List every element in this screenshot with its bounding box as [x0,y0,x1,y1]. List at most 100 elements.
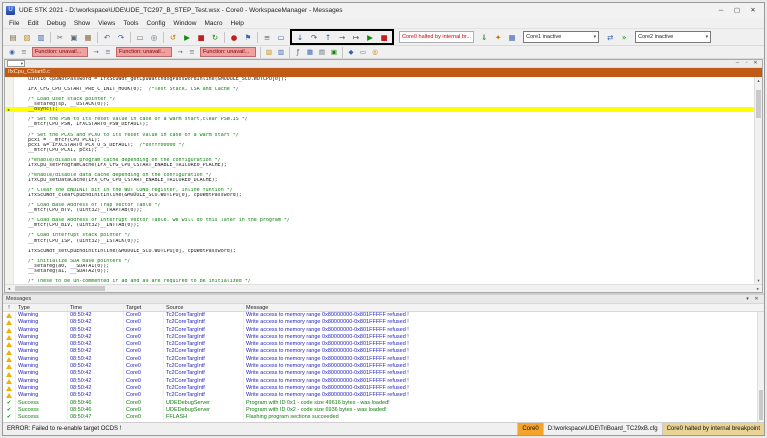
messages-vertical-scrollbar[interactable] [757,312,764,422]
watch-window-icon[interactable]: ◉ [7,47,17,57]
message-row[interactable]: Warning 08:50:42 Core0 Tc2CoreTargIntf Write… [3,341,764,349]
mdi-minimize-button[interactable]: ─ [733,60,742,67]
scroll-track[interactable] [755,84,762,277]
goto-function-icon[interactable]: → [175,47,185,57]
target-config-icon[interactable]: ▦ [506,31,518,43]
locals-window-icon[interactable]: ≡ [19,47,29,57]
paste-icon[interactable]: ▦ [82,31,94,43]
copy-icon[interactable]: ▣ [68,31,80,43]
register-window-icon[interactable]: ▤ [317,47,327,57]
mdi-close-button[interactable]: ✕ [751,60,760,67]
function-list-icon[interactable]: ≡ [187,47,197,57]
document-combo[interactable]: ▾ [7,60,25,67]
panel-close-icon[interactable]: ✕ [752,296,761,302]
restart-program-icon[interactable]: ↻ [209,31,221,43]
message-row[interactable]: ✔ Success 08:50:46 Core0 UDEDebugServer Progr… [3,399,764,407]
column-header-target[interactable]: Target [124,304,164,311]
cut-icon[interactable]: ✂ [54,31,66,43]
editor-title-bar[interactable]: IfxCpu_CStart0.c [5,68,762,77]
scroll-thumb[interactable] [756,90,761,118]
message-row[interactable]: Warning 08:50:42 Core0 Tc2CoreTargIntf Write… [3,377,764,385]
run-to-cursor-icon[interactable]: ↦ [350,31,362,43]
terminal-window-icon[interactable]: ▭ [358,47,368,57]
scroll-right-icon[interactable]: ▸ [754,286,762,292]
undo-icon[interactable]: ↶ [101,31,113,43]
memory-window-icon[interactable]: ▦ [305,47,315,57]
message-row[interactable]: Warning 08:50:42 Core0 Tc2CoreTargIntf Write… [3,384,764,393]
run-all-cores-icon[interactable]: » [618,31,630,43]
scroll-thumb[interactable] [15,286,105,291]
save-icon[interactable]: ▥ [35,31,47,43]
message-row[interactable]: Warning 08:50:42 Core0 Tc2CoreTargIntf Write… [3,312,764,320]
menu-show[interactable]: Show [70,20,94,27]
scroll-track[interactable] [13,285,754,292]
editor-horizontal-scrollbar[interactable]: ◂ ▸ [5,284,762,292]
flash-program-icon[interactable]: ✦ [492,31,504,43]
message-row[interactable]: Warning 08:50:42 Core0 Tc2CoreTargIntf Write… [3,363,764,371]
redo-icon[interactable]: ↷ [115,31,127,43]
menu-window[interactable]: Window [169,20,200,27]
open-workspace-icon[interactable]: ▨ [21,31,33,43]
symbols-window-icon[interactable]: ƒ [293,47,303,57]
menu-file[interactable]: File [5,20,23,27]
message-row[interactable]: Warning 08:50:42 Core0 Tc2CoreTargIntf Write… [3,355,764,364]
show-source-icon[interactable]: ≡ [261,31,273,43]
function-list-icon[interactable]: ≡ [103,47,113,57]
menu-config[interactable]: Config [143,20,170,27]
step-over-icon[interactable]: ↷ [308,31,320,43]
menu-help[interactable]: Help [227,20,248,27]
column-header-source[interactable]: Source [164,304,244,311]
column-header-type[interactable]: Type [16,304,68,311]
download-program-icon[interactable]: ⇓ [478,31,490,43]
step-out-icon[interactable]: ↑ [322,31,334,43]
new-file-icon[interactable]: ▤ [7,31,19,43]
panel-menu-icon[interactable]: ▾ [743,296,752,302]
editor-vertical-scrollbar[interactable]: ▴ ▾ [754,77,762,284]
minimize-button[interactable]: ─ [713,4,729,17]
message-row[interactable]: Warning 08:50:42 Core0 Tc2CoreTargIntf Write… [3,370,764,378]
function-selector[interactable]: Function: unavail... [32,47,88,57]
scroll-up-icon[interactable]: ▴ [755,77,762,84]
show-disassembly-icon[interactable]: ▭ [275,31,287,43]
message-row[interactable]: Warning 08:50:42 Core0 Tc2CoreTargIntf Write… [3,333,764,342]
go-icon[interactable]: ▶ [364,31,376,43]
core2-state-combo[interactable]: Core2 inactive ▾ [635,31,712,43]
message-row[interactable]: ✔ Success 08:50:47 Core0 FFLASH Flashing prog… [3,414,764,422]
message-row[interactable]: Warning 08:50:42 Core0 Tc2CoreTargIntf Write… [3,319,764,327]
find-icon[interactable]: ◎ [148,31,160,43]
message-row[interactable]: Warning 08:50:42 Core0 Tc2CoreTargIntf Write… [3,392,764,400]
message-row[interactable]: ✔ Success 08:50:46 Core0 UDEDebugServer Progr… [3,406,764,415]
step-into-icon[interactable]: ↓ [294,31,306,43]
open-file-icon[interactable]: ▨ [264,47,274,57]
macro-window-icon[interactable]: ◎ [370,47,380,57]
function-selector[interactable]: Function: unavail... [200,47,256,57]
core1-state-combo[interactable]: Core1 inactive ▾ [523,31,600,43]
sfr-window-icon[interactable]: ◆ [346,47,356,57]
column-header-severity[interactable]: ! [3,304,16,311]
maximize-button[interactable]: ▢ [729,4,745,17]
halt-program-icon[interactable]: ■ [195,31,207,43]
goto-function-icon[interactable]: → [91,47,101,57]
save-all-icon[interactable]: ▥ [276,47,286,57]
menu-views[interactable]: Views [94,20,119,27]
bookmark-icon[interactable]: ⚑ [242,31,254,43]
message-row[interactable]: Warning 08:50:42 Core0 Tc2CoreTargIntf Write… [3,326,764,334]
core-sync-icon[interactable]: ⇄ [604,31,616,43]
run-program-icon[interactable]: ▶ [181,31,193,43]
column-header-time[interactable]: Time [68,304,124,311]
variables-window-icon[interactable]: ▣ [329,47,339,57]
scroll-left-icon[interactable]: ◂ [5,286,13,292]
close-button[interactable]: ✕ [745,4,761,17]
reset-target-icon[interactable]: ↺ [167,31,179,43]
step-instruction-icon[interactable]: → [336,31,348,43]
scroll-thumb[interactable] [759,390,763,420]
message-row[interactable]: Warning 08:50:42 Core0 Tc2CoreTargIntf Write… [3,348,764,356]
code-lines[interactable]: uint16 cpuWdtPassword = IfxScuWdt_getCpu… [5,77,754,284]
toggle-breakpoint-icon[interactable]: ● [228,31,240,43]
scroll-down-icon[interactable]: ▾ [755,277,762,284]
menu-debug[interactable]: Debug [43,20,70,27]
function-selector[interactable]: Function: unavail... [116,47,172,57]
menu-tools[interactable]: Tools [119,20,142,27]
print-icon[interactable]: ▭ [134,31,146,43]
column-header-message[interactable]: Message [244,304,764,311]
